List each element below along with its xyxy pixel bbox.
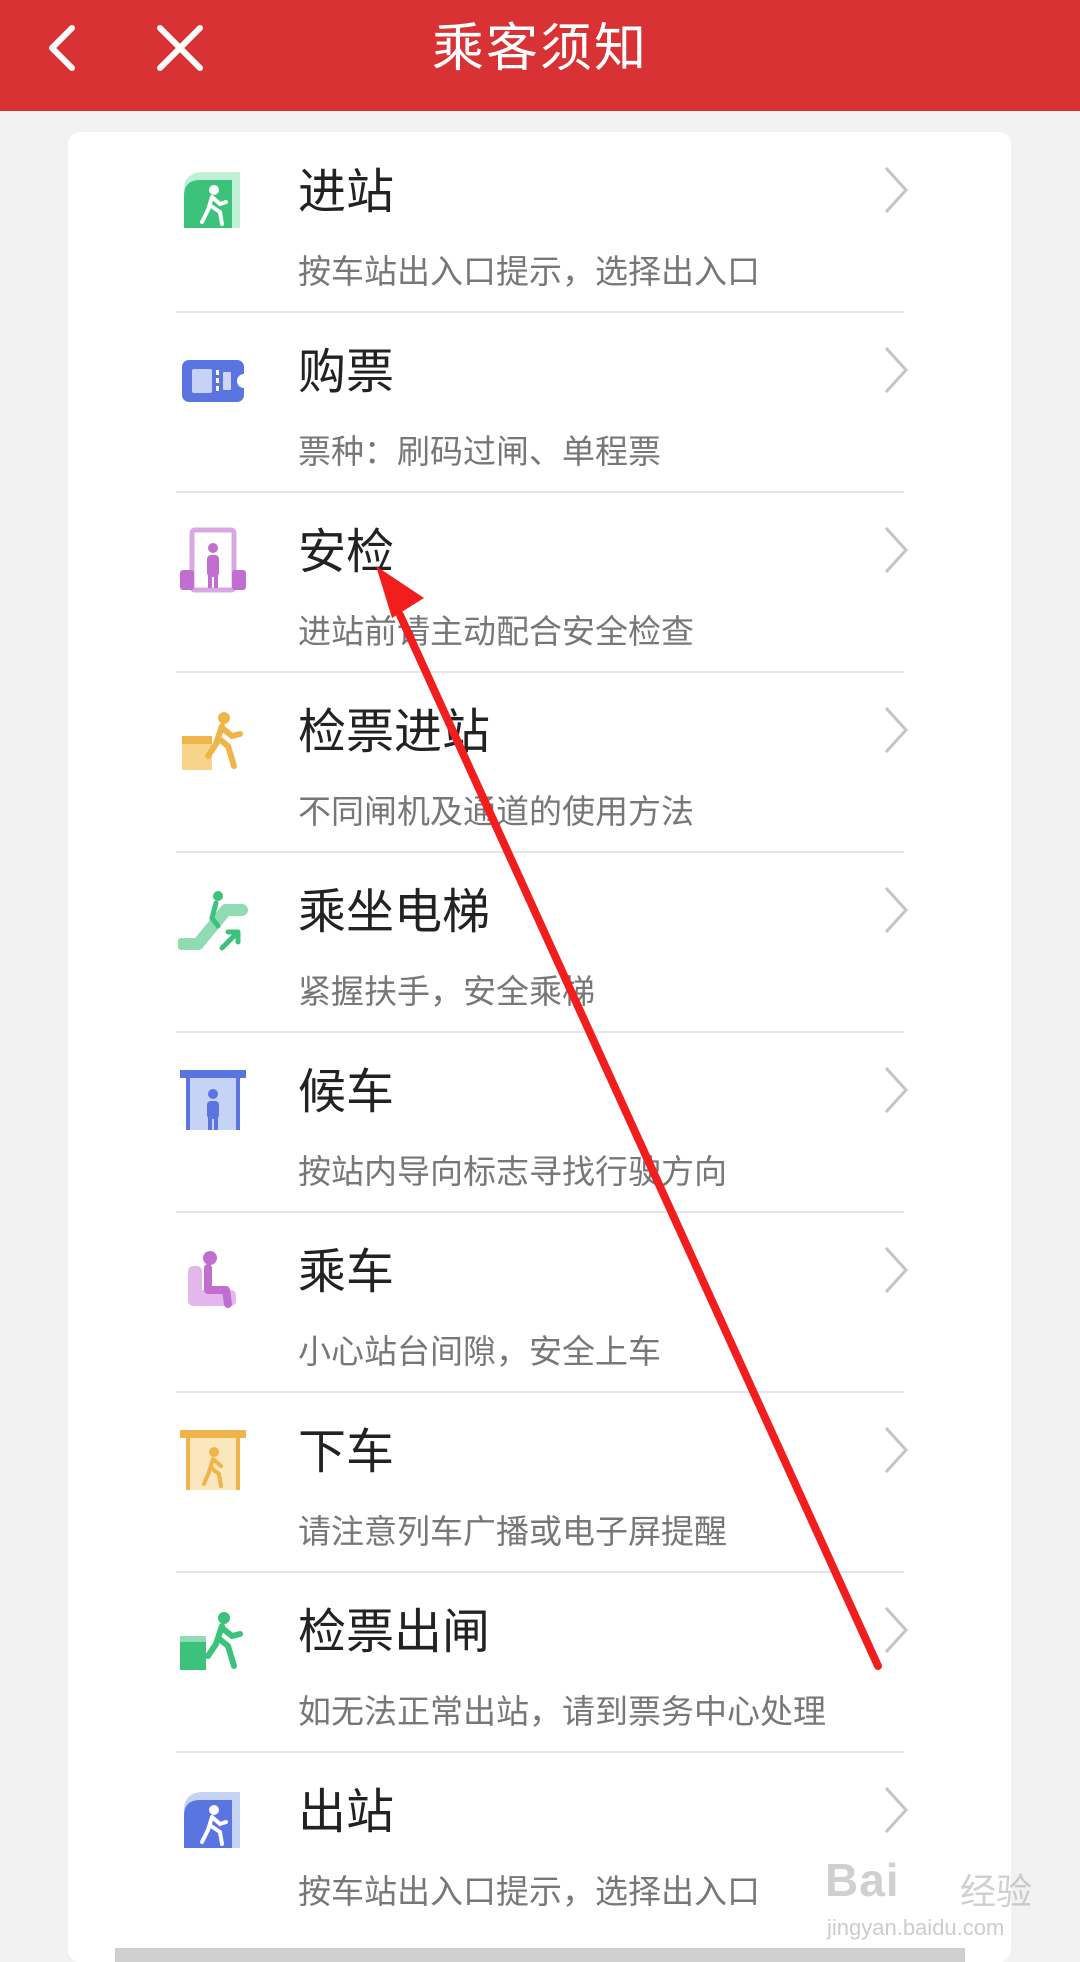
- item-label: 进站: [298, 164, 395, 220]
- item-description: 请注意列车广播或电子屏提醒: [298, 1512, 727, 1551]
- security-check-icon: [180, 527, 246, 593]
- top-bar: 乘客须知: [0, 0, 1080, 111]
- station-exit-icon: [184, 1792, 240, 1848]
- list-item-boarding[interactable]: 乘车 小心站台间隙，安全上车: [68, 1212, 1011, 1393]
- item-label: 检票进站: [298, 704, 491, 760]
- watermark-brand: Bai: [825, 1854, 900, 1906]
- item-label: 候车: [298, 1064, 395, 1120]
- page-title: 乘客须知: [431, 19, 648, 79]
- chevron-right-icon: [884, 1426, 909, 1474]
- item-description: 按站内导向标志寻找行驶方向: [298, 1152, 727, 1191]
- item-description: 小心站台间隙，安全上车: [298, 1332, 661, 1371]
- list-item-alighting[interactable]: 下车 请注意列车广播或电子屏提醒: [68, 1392, 1011, 1573]
- list-item-security[interactable]: 安检 进站前请主动配合安全检查: [68, 492, 1011, 673]
- item-label: 乘车: [298, 1244, 395, 1300]
- list-item-escalator[interactable]: 乘坐电梯 紧握扶手，安全乘梯: [68, 852, 1011, 1033]
- list-item-ticket[interactable]: 购票 票种：刷码过闸、单程票: [68, 312, 1011, 493]
- item-label: 检票出闸: [298, 1604, 491, 1660]
- ticket-gate-exit-icon: [180, 1612, 243, 1670]
- waiting-icon: [180, 1070, 246, 1130]
- watermark-url: jingyan.baidu.com: [827, 1915, 1005, 1940]
- alight-icon: [180, 1430, 246, 1490]
- ticket-icon: [182, 360, 248, 402]
- chevron-right-icon: [884, 346, 909, 394]
- watermark: Bai 经验 jingyan.baidu.com: [825, 1845, 1070, 1955]
- item-description: 票种：刷码过闸、单程票: [298, 432, 661, 471]
- chevron-right-icon: [884, 1606, 909, 1654]
- chevron-right-icon: [884, 1066, 909, 1114]
- item-label: 购票: [298, 344, 395, 400]
- chevron-right-icon: [884, 1786, 909, 1834]
- item-description: 紧握扶手，安全乘梯: [298, 972, 595, 1011]
- chevron-right-icon: [884, 526, 909, 574]
- item-description: 进站前请主动配合安全检查: [298, 612, 694, 651]
- chevron-right-icon: [884, 1246, 909, 1294]
- item-description: 如无法正常出站，请到票务中心处理: [298, 1692, 826, 1731]
- chevron-right-icon: [884, 886, 909, 934]
- list-item-waiting[interactable]: 候车 按站内导向标志寻找行驶方向: [68, 1032, 1011, 1213]
- list-item-entry[interactable]: 进站 按车站出入口提示，选择出入口: [68, 132, 1011, 313]
- list-item-gate-exit[interactable]: 检票出闸 如无法正常出站，请到票务中心处理: [68, 1572, 1011, 1753]
- item-description: 不同闸机及通道的使用方法: [298, 792, 694, 831]
- item-description: 按车站出入口提示，选择出入口: [298, 1872, 760, 1911]
- seat-icon: [188, 1251, 236, 1308]
- ticket-gate-entry-icon: [182, 712, 243, 770]
- item-label: 乘坐电梯: [298, 884, 491, 940]
- item-label: 安检: [298, 524, 395, 580]
- escalator-icon: [178, 891, 248, 951]
- chevron-right-icon: [884, 706, 909, 754]
- watermark-cn: 经验: [960, 1872, 1033, 1913]
- item-label: 下车: [298, 1424, 395, 1480]
- item-description: 按车站出入口提示，选择出入口: [298, 252, 760, 291]
- notice-list: 进站 按车站出入口提示，选择出入口 购票 票种：刷码过闸、单程票 安检 进站前请…: [68, 132, 1011, 1962]
- item-label: 出站: [298, 1784, 395, 1840]
- station-entrance-icon: [184, 172, 240, 228]
- chevron-right-icon: [884, 166, 909, 214]
- list-item-gate-entry[interactable]: 检票进站 不同闸机及通道的使用方法: [68, 672, 1011, 853]
